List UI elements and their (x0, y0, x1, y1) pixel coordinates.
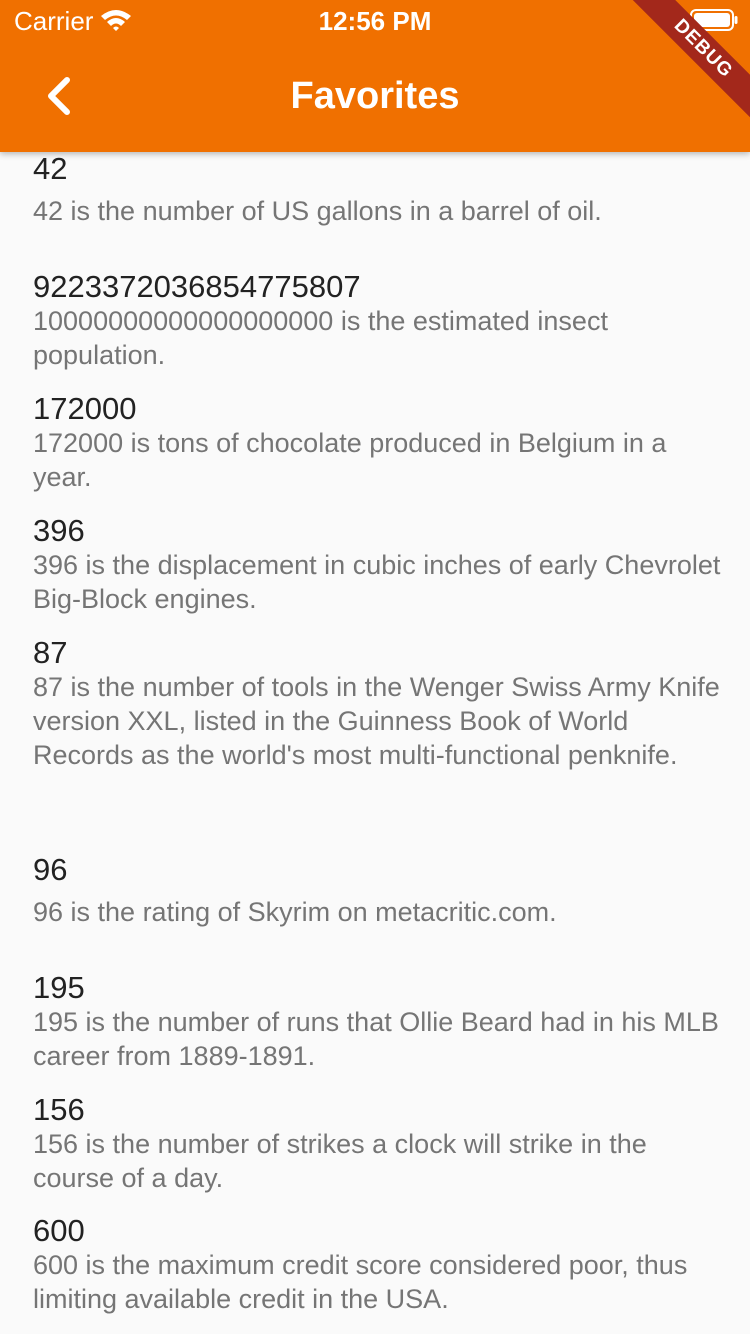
favorites-list: 42 42 is the number of US gallons in a b… (0, 152, 750, 1334)
favorite-number: 195 (33, 970, 85, 1005)
favorite-item[interactable]: 195 195 is the number of runs that Ollie… (33, 971, 723, 1073)
favorite-number: 172000 (33, 391, 137, 426)
favorite-fact: 396 is the displacement in cubic inches … (33, 550, 721, 614)
favorite-number: 87 (33, 635, 68, 670)
favorite-fact: 156 is the number of strikes a clock wil… (33, 1129, 647, 1193)
favorite-item[interactable]: 396 396 is the displacement in cubic inc… (33, 514, 723, 616)
favorite-item[interactable]: 96 96 is the rating of Skyrim on metacri… (33, 853, 723, 929)
status-bar: Carrier 12:56 PM (0, 0, 750, 40)
favorite-item[interactable]: 42 42 is the number of US gallons in a b… (33, 152, 723, 228)
favorite-item[interactable]: 156 156 is the number of strikes a clock… (33, 1093, 723, 1195)
favorite-item[interactable]: 172000 172000 is tons of chocolate produ… (33, 392, 723, 494)
favorite-fact: 96 is the rating of Skyrim on metacritic… (33, 897, 557, 927)
favorite-fact: 600 is the maximum credit score consider… (33, 1250, 688, 1314)
app-bar: Carrier 12:56 PM Favorites DEBUG (0, 0, 750, 152)
favorite-number: 156 (33, 1092, 85, 1127)
favorite-fact: 195 is the number of runs that Ollie Bea… (33, 1007, 719, 1071)
favorite-number: 600 (33, 1213, 85, 1248)
favorite-fact: 87 is the number of tools in the Wenger … (33, 672, 720, 770)
toolbar: Favorites (0, 40, 750, 152)
favorite-number: 96 (33, 852, 68, 887)
favorite-number: 42 (33, 152, 68, 186)
favorite-item[interactable]: 87 87 is the number of tools in the Weng… (33, 636, 723, 772)
favorite-fact: 10000000000000000000 is the estimated in… (33, 306, 608, 370)
favorite-fact: 172000 is tons of chocolate produced in … (33, 428, 667, 492)
favorite-item[interactable]: 600 600 is the maximum credit score cons… (33, 1214, 723, 1316)
favorite-item[interactable]: 9223372036854775807 10000000000000000000… (33, 270, 723, 372)
favorite-number: 9223372036854775807 (33, 269, 361, 304)
page-title: Favorites (290, 75, 460, 117)
status-time: 12:56 PM (318, 6, 432, 36)
favorite-number: 396 (33, 513, 85, 548)
favorite-fact: 42 is the number of US gallons in a barr… (33, 196, 602, 226)
